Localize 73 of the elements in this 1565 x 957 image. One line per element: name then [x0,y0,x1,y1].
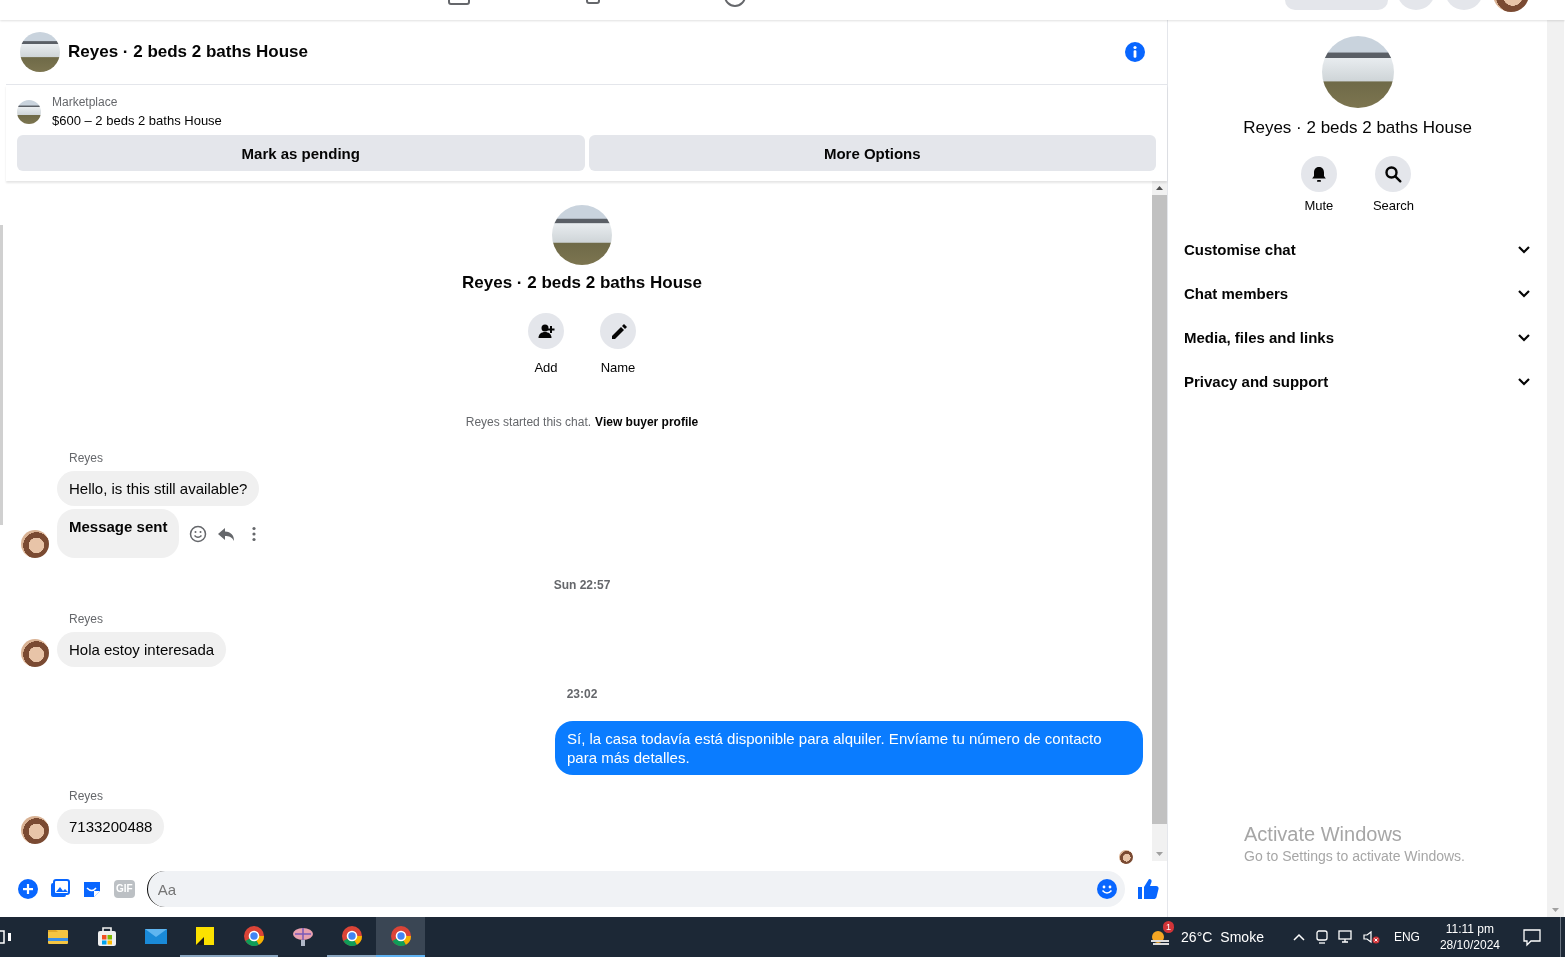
section-toggle[interactable]: Customise chat [1176,227,1539,271]
clock-time[interactable]: 11:11 pm [1445,921,1494,937]
button-label: Search [1372,198,1415,213]
section-toggle[interactable]: Media, files and links [1176,315,1539,359]
chat-avatar [20,32,60,72]
sender-name: Reyes [69,612,103,626]
section-label: Customise chat [1184,240,1296,258]
activation-hint: Go to Settings to activate Windows. [1244,848,1465,864]
chat-name: Reyes · 2 beds 2 baths House [462,273,702,293]
message-bubble: Message sent [57,509,180,558]
chat-photo [552,205,612,265]
name-pencil-icon [609,322,627,340]
sender-name: Reyes [69,789,103,803]
button-label: Name [600,360,636,375]
scrollbar-thumb[interactable] [1152,195,1167,824]
add-button[interactable] [528,313,564,349]
button-label: Mute [1304,198,1334,213]
smiley-icon[interactable] [189,524,208,543]
section-label: Media, files and links [1184,328,1335,346]
weather-temperature: 26°C [1181,929,1213,945]
section-label: Chat members [1184,284,1289,302]
chrome-app-icon [241,924,266,948]
message-bubble: 7133200488 [57,809,165,844]
section-toggle[interactable]: Chat members [1176,271,1539,315]
photo-icon[interactable] [50,879,70,899]
info-icon[interactable] [1125,42,1145,62]
task-view-icon[interactable] [0,929,14,945]
sender-avatar [21,530,49,558]
sender-name: Reyes [69,451,103,465]
chrome-app-icon [339,924,364,948]
mark-pending-button[interactable]: Mark as pending [17,135,585,171]
message-bubble: Hola estoy interesada [57,632,227,667]
name-button[interactable] [600,313,636,349]
chat-name: Reyes · 2 beds 2 baths House [1243,118,1472,138]
notification-badge: 1 [1163,921,1175,933]
language-indicator[interactable]: ENG [1393,930,1420,944]
notifications-icon[interactable] [1522,927,1542,947]
taskbar-app-button[interactable] [376,917,425,957]
timestamp: Sun 22:57 [553,578,611,592]
nav-icon[interactable] [448,0,470,8]
activation-title: Activate Windows [1244,823,1403,846]
plus-icon[interactable] [18,879,38,899]
message-bubble: Sí, la casa todavía está disponible para alquiler. Envíame tu número de contacto para más detalles. [555,721,1143,775]
network-icon[interactable] [1337,929,1354,945]
webcam-icon[interactable] [1313,929,1330,945]
weather-condition: Smoke [1220,929,1264,945]
mute-button[interactable] [1300,156,1337,192]
more-options-button[interactable]: More Options [588,135,1156,171]
listing-source: Marketplace [52,95,119,109]
buyer-profile-link[interactable]: View buyer profile [595,415,699,429]
section-toggle[interactable]: Privacy and support [1176,359,1539,403]
timestamp: 23:02 [566,687,598,701]
listing-photo [17,99,41,124]
button-label: Add [534,360,558,375]
add-person-icon [537,322,555,340]
message-bubble: Hello, is this still available? [57,471,260,506]
chat-notice: Reyes started this chat. [465,415,592,429]
emoji-icon[interactable] [1097,879,1117,899]
chat-title: Reyes · 2 beds 2 baths House [68,42,309,62]
sender-avatar [21,639,49,667]
clock-date[interactable]: 28/10/2024 [1439,937,1500,953]
search-icon [1384,165,1403,183]
section-label: Privacy and support [1184,372,1329,390]
speaker-muted-icon[interactable] [1361,929,1380,945]
listing-summary: $600 – 2 beds 2 baths House [52,113,222,128]
bell-icon [1309,165,1328,183]
sender-avatar [21,816,49,844]
message-input[interactable]: Aa [146,871,1125,907]
search-button[interactable] [1375,156,1412,192]
sticker-icon[interactable] [82,879,102,899]
nav-icon[interactable] [724,0,746,8]
like-icon[interactable] [1137,878,1159,900]
chrome-app-icon [388,924,413,948]
